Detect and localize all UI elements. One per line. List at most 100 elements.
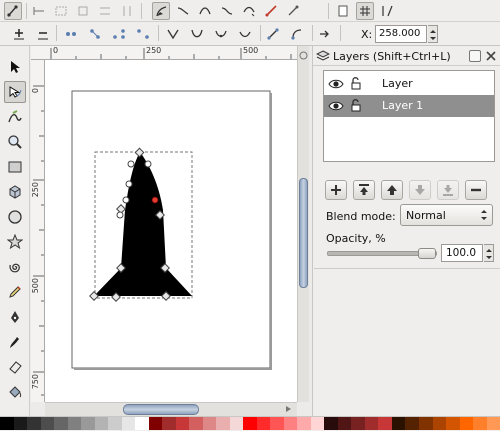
make-auto-icon[interactable] <box>236 25 254 43</box>
palette-swatch[interactable] <box>135 417 149 430</box>
layer-row-selected[interactable]: Layer 1 <box>324 95 494 117</box>
object-to-path-icon[interactable] <box>316 25 334 43</box>
calligraphy-tool-icon[interactable] <box>4 331 26 353</box>
rect-tool-icon[interactable] <box>4 156 26 178</box>
palette-swatch[interactable] <box>162 417 176 430</box>
zoom-tool-icon[interactable] <box>4 131 26 153</box>
layer-row[interactable]: Layer <box>324 73 494 95</box>
layer-to-top-button[interactable] <box>353 180 375 200</box>
insert-node-icon[interactable] <box>10 25 28 43</box>
snap-grid-icon[interactable] <box>118 2 136 20</box>
document-icon[interactable] <box>334 2 352 20</box>
palette-swatch[interactable] <box>486 417 500 430</box>
lower-layer-button[interactable] <box>409 180 431 200</box>
palette-swatch[interactable] <box>364 417 379 430</box>
palette-swatch[interactable] <box>229 417 244 430</box>
palette-swatch[interactable] <box>40 417 55 430</box>
opacity-spinner[interactable] <box>484 244 494 262</box>
palette-swatch[interactable] <box>405 417 419 430</box>
palette-swatch[interactable] <box>270 417 284 430</box>
palette-swatch[interactable] <box>108 417 122 430</box>
select-toggle-icon[interactable] <box>4 2 22 20</box>
star-tool-icon[interactable] <box>4 231 26 253</box>
auto-smooth-icon[interactable] <box>240 2 258 20</box>
selector-tool-icon[interactable] <box>4 56 26 78</box>
drawing-canvas[interactable] <box>45 60 297 402</box>
palette-swatch[interactable] <box>27 417 41 430</box>
box-3d-tool-icon[interactable] <box>4 181 26 203</box>
grid-toggle-icon[interactable] <box>356 2 374 20</box>
visibility-eye-icon[interactable] <box>328 99 344 116</box>
visibility-eye-icon[interactable] <box>328 77 344 94</box>
add-layer-button[interactable] <box>325 180 347 200</box>
lock-open-icon[interactable] <box>350 98 362 116</box>
guide-toggle-icon[interactable] <box>378 2 396 20</box>
symmetric-icon[interactable] <box>218 2 236 20</box>
palette-swatch[interactable] <box>418 417 433 430</box>
panel-dock-icon[interactable] <box>469 50 481 62</box>
palette-swatch[interactable] <box>324 417 338 430</box>
palette-swatch[interactable] <box>202 417 217 430</box>
layer-name[interactable]: Layer <box>382 77 413 90</box>
palette-swatch[interactable] <box>459 417 474 430</box>
lock-open-icon[interactable] <box>350 76 362 94</box>
palette-swatch[interactable] <box>67 417 82 430</box>
smooth-icon[interactable] <box>196 2 214 20</box>
palette-swatch[interactable] <box>189 417 203 430</box>
delete-node-icon[interactable] <box>34 25 52 43</box>
palette-swatch[interactable] <box>297 417 311 430</box>
palette-swatch[interactable] <box>243 417 257 430</box>
palette-swatch[interactable] <box>13 417 28 430</box>
vertical-scrollbar[interactable] <box>297 46 309 402</box>
palette-swatch[interactable] <box>446 417 460 430</box>
scroll-right-icon[interactable] <box>283 404 293 414</box>
palette-swatch[interactable] <box>310 417 325 430</box>
palette-swatch[interactable] <box>391 417 406 430</box>
opacity-slider-thumb[interactable] <box>418 248 436 259</box>
x-spinner[interactable] <box>428 25 438 43</box>
raise-layer-button[interactable] <box>381 180 403 200</box>
layer-to-bottom-button[interactable] <box>437 180 459 200</box>
tweak-tool-icon[interactable] <box>4 106 26 128</box>
bucket-tool-icon[interactable] <box>4 381 26 403</box>
vertical-scroll-thumb[interactable] <box>299 178 308 288</box>
delete-layer-button[interactable] <box>465 180 487 200</box>
palette-swatch[interactable] <box>432 417 447 430</box>
snap-nodes-icon[interactable] <box>74 2 92 20</box>
panel-close-icon[interactable] <box>485 50 497 62</box>
delete-segment-icon[interactable] <box>134 25 152 43</box>
palette-swatch[interactable] <box>337 417 352 430</box>
layer-name[interactable]: Layer 1 <box>382 99 423 112</box>
palette-swatch[interactable] <box>54 417 68 430</box>
make-smooth-icon[interactable] <box>188 25 206 43</box>
palette-swatch[interactable] <box>351 417 365 430</box>
x-coordinate-input[interactable]: 258.000 <box>375 25 427 43</box>
join-segment-icon[interactable] <box>110 25 128 43</box>
node-tool-icon[interactable] <box>4 81 26 103</box>
palette-swatch[interactable] <box>0 417 14 430</box>
opacity-input[interactable]: 100.0 <box>441 244 483 262</box>
palette-swatch[interactable] <box>216 417 230 430</box>
spiral-tool-icon[interactable] <box>4 256 26 278</box>
pencil-tool-icon[interactable] <box>4 281 26 303</box>
palette-swatch[interactable] <box>473 417 487 430</box>
opacity-slider[interactable] <box>327 248 437 259</box>
palette-swatch[interactable] <box>175 417 190 430</box>
blend-mode-select[interactable]: Normal <box>400 204 493 226</box>
join-nodes-icon[interactable] <box>62 25 80 43</box>
palette-swatch[interactable] <box>81 417 95 430</box>
curve-segment-icon[interactable] <box>288 25 306 43</box>
make-symmetric-icon[interactable] <box>212 25 230 43</box>
palette-swatch[interactable] <box>378 417 392 430</box>
snap-bbox-icon[interactable] <box>52 2 70 20</box>
horizontal-scrollbar[interactable] <box>45 402 297 416</box>
edit-red-icon[interactable] <box>262 2 280 20</box>
palette-swatch[interactable] <box>283 417 298 430</box>
eraser-tool-icon[interactable] <box>4 356 26 378</box>
snap-guide-icon[interactable] <box>96 2 114 20</box>
scroll-up-icon[interactable] <box>299 50 308 60</box>
make-cusp-icon[interactable] <box>164 25 182 43</box>
pen-tool-icon[interactable] <box>4 306 26 328</box>
line-segment-icon[interactable] <box>264 25 282 43</box>
palette-swatch[interactable] <box>121 417 136 430</box>
